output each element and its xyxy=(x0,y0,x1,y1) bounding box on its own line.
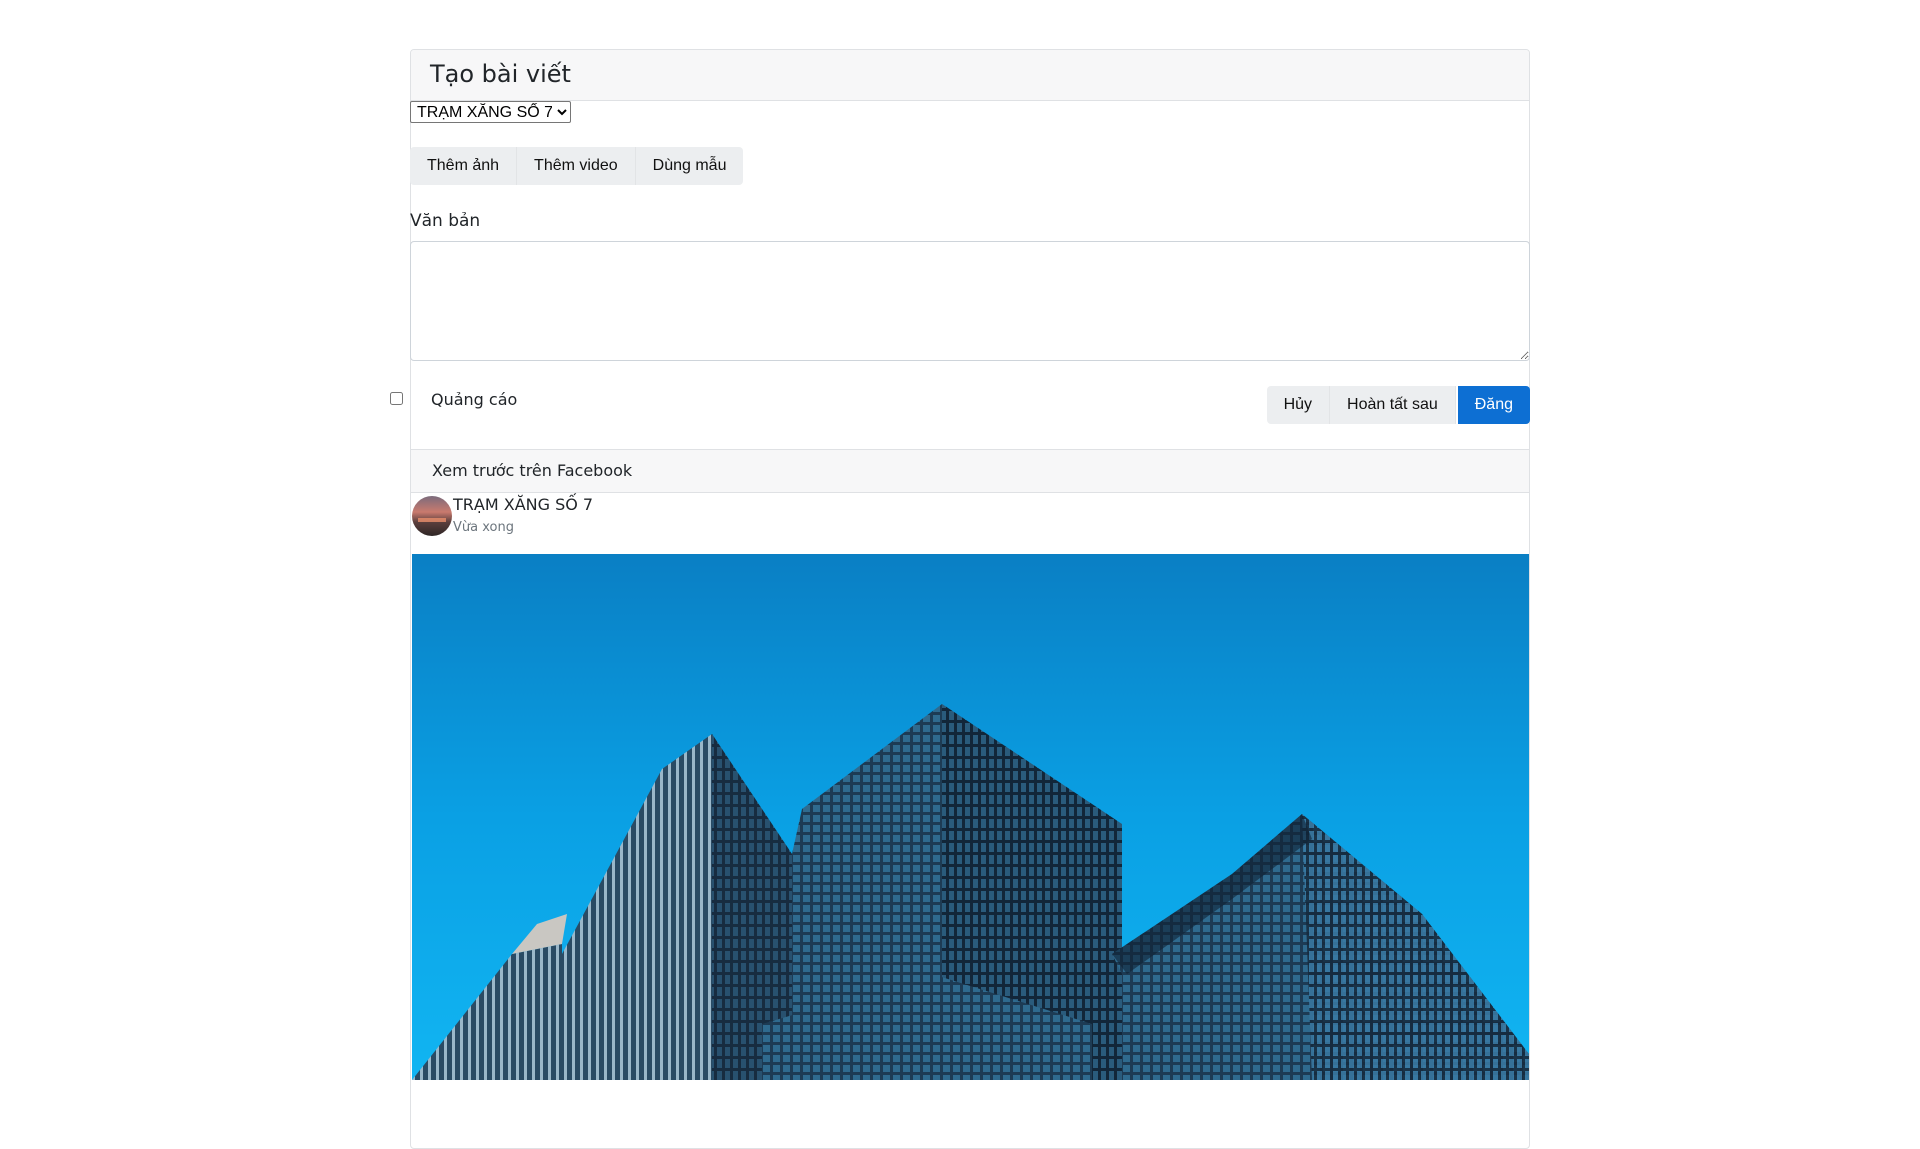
preview-title: Xem trước trên Facebook xyxy=(432,461,633,480)
preview-post-image xyxy=(412,554,1529,1080)
avatar xyxy=(412,496,452,536)
add-video-button[interactable]: Thêm video xyxy=(517,147,636,185)
post-button[interactable]: Đăng xyxy=(1457,386,1530,424)
action-button-group: Hủy Hoàn tất sau Đăng xyxy=(1266,386,1530,424)
page-select[interactable]: TRẠM XĂNG SỐ 7 xyxy=(410,101,571,123)
media-button-group: Thêm ảnh Thêm video Dùng mẫu xyxy=(410,147,744,185)
preview-post-time: Vừa xong xyxy=(453,520,514,535)
buildings-image xyxy=(412,554,1529,1080)
use-template-button[interactable]: Dùng mẫu xyxy=(635,147,744,185)
cancel-button[interactable]: Hủy xyxy=(1266,386,1331,424)
ad-checkbox[interactable] xyxy=(390,392,403,405)
finish-later-button[interactable]: Hoàn tất sau xyxy=(1330,386,1456,424)
preview-page-name: TRẠM XĂNG SỐ 7 xyxy=(453,495,594,514)
card-header: Tạo bài viết xyxy=(411,50,1529,101)
page-title: Tạo bài viết xyxy=(430,60,571,88)
text-label: Văn bản xyxy=(410,211,481,231)
add-photo-button[interactable]: Thêm ảnh xyxy=(410,147,518,185)
post-text-input[interactable] xyxy=(410,241,1530,361)
ad-checkbox-label[interactable]: Quảng cáo xyxy=(431,390,517,409)
preview-header: Xem trước trên Facebook xyxy=(411,449,1529,493)
